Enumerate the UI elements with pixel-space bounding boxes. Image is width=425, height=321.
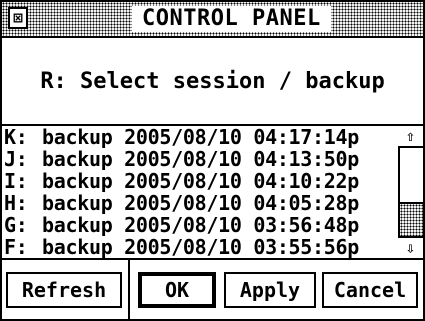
control-panel-window: ⊠ CONTROL PANEL R: Select session / back… bbox=[0, 0, 425, 321]
scroll-down-arrow-icon[interactable]: ⇩ bbox=[398, 238, 423, 258]
list-item[interactable]: I: backup 2005/08/10 04:10:22p bbox=[2, 170, 398, 192]
button-bar: Refresh OK Apply Cancel bbox=[2, 258, 423, 321]
apply-button[interactable]: Apply bbox=[224, 272, 316, 308]
list-scrollbar[interactable]: ⇧ ⇩ bbox=[398, 126, 423, 258]
scroll-track[interactable] bbox=[398, 146, 423, 238]
window-title: CONTROL PANEL bbox=[132, 6, 331, 32]
session-label: backup 2005/08/10 04:05:28p bbox=[42, 191, 360, 215]
ok-button[interactable]: OK bbox=[138, 272, 216, 308]
session-list[interactable]: K: backup 2005/08/10 04:17:14p J: backup 2… bbox=[2, 126, 398, 258]
session-label: backup 2005/08/10 03:55:56p bbox=[42, 235, 360, 258]
session-label: backup 2005/08/10 04:13:50p bbox=[42, 147, 360, 171]
prompt-area: R: Select session / backup bbox=[2, 38, 423, 126]
cancel-button[interactable]: Cancel bbox=[322, 272, 418, 308]
session-label: backup 2005/08/10 04:10:22p bbox=[42, 169, 360, 193]
session-label: backup 2005/08/10 03:56:48p bbox=[42, 213, 360, 237]
list-item[interactable]: K: backup 2005/08/10 04:17:14p bbox=[2, 126, 398, 148]
session-id: J: bbox=[4, 147, 28, 171]
list-item[interactable]: H: backup 2005/08/10 04:05:28p bbox=[2, 192, 398, 214]
title-bar[interactable]: ⊠ CONTROL PANEL bbox=[2, 2, 423, 38]
session-id: G: bbox=[4, 213, 28, 237]
close-icon[interactable]: ⊠ bbox=[8, 7, 28, 29]
list-item[interactable]: F: backup 2005/08/10 03:55:56p bbox=[2, 236, 398, 258]
scroll-thumb[interactable] bbox=[400, 202, 423, 236]
session-id: F: bbox=[4, 235, 28, 258]
button-divider bbox=[128, 260, 130, 321]
session-id: K: bbox=[4, 126, 28, 149]
refresh-button[interactable]: Refresh bbox=[6, 272, 122, 308]
scroll-up-arrow-icon[interactable]: ⇧ bbox=[398, 126, 423, 146]
session-label: backup 2005/08/10 04:17:14p bbox=[42, 126, 360, 149]
session-id: I: bbox=[4, 169, 28, 193]
list-item[interactable]: J: backup 2005/08/10 04:13:50p bbox=[2, 148, 398, 170]
session-id: H: bbox=[4, 191, 28, 215]
list-item[interactable]: G: backup 2005/08/10 03:56:48p bbox=[2, 214, 398, 236]
prompt-text: R: Select session / backup bbox=[40, 68, 385, 94]
